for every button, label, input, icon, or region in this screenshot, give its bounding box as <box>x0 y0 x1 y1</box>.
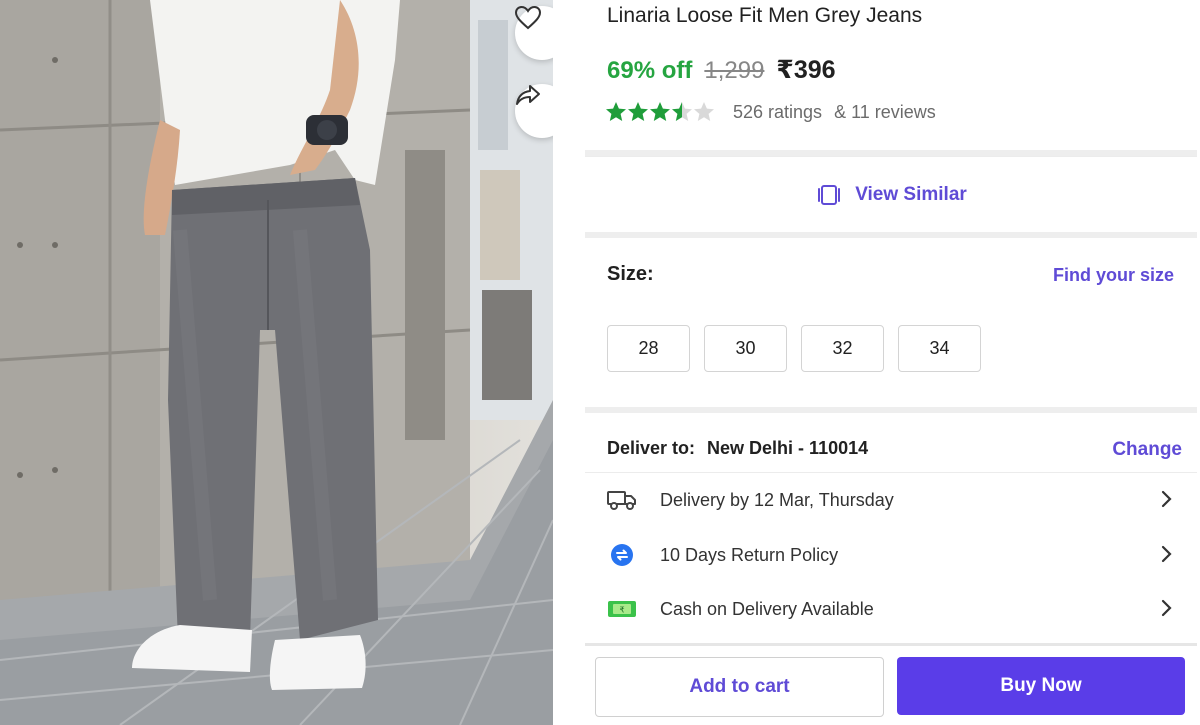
truck-icon <box>607 487 637 513</box>
row-divider <box>585 472 1197 473</box>
size-option-32[interactable]: 32 <box>801 325 884 372</box>
delivery-location: New Delhi - 110014 <box>707 438 869 458</box>
size-option-34[interactable]: 34 <box>898 325 981 372</box>
chevron-right-icon <box>1161 490 1172 508</box>
image-gutter <box>553 0 585 725</box>
cash-icon: ₹ <box>607 596 637 622</box>
deliver-to-label: Deliver to: <box>607 438 696 458</box>
find-your-size-link[interactable]: Find your size <box>1053 265 1174 286</box>
buy-now-button[interactable]: Buy Now <box>897 657 1185 715</box>
original-price: 1,299 <box>704 57 765 84</box>
bottom-bar-divider <box>585 643 1197 646</box>
selling-price: ₹396 <box>776 56 836 84</box>
view-similar-label: View Similar <box>855 183 967 205</box>
deliver-to-row: Deliver to: New Delhi - 110014 <box>607 438 868 459</box>
delivery-date-row[interactable]: Delivery by 12 Mar, Thursday <box>585 474 1197 526</box>
rating-row[interactable]: 526 ratings & 11 reviews <box>605 101 936 123</box>
heart-outline-icon <box>515 6 541 30</box>
return-policy-text: 10 Days Return Policy <box>660 544 839 565</box>
star-rating <box>605 101 717 123</box>
chevron-right-icon <box>1161 599 1172 617</box>
size-options: 28 30 32 34 <box>607 325 981 372</box>
add-to-cart-button[interactable]: Add to cart <box>595 657 884 717</box>
cash-on-delivery-row[interactable]: ₹ Cash on Delivery Available <box>585 583 1197 635</box>
return-policy-icon <box>607 542 637 568</box>
view-similar-button[interactable]: View Similar <box>585 156 1197 232</box>
star-rating-icon <box>606 102 714 121</box>
size-label: Size: <box>607 263 654 285</box>
ratings-count: 526 ratings <box>733 101 823 122</box>
return-policy-row[interactable]: 10 Days Return Policy <box>585 529 1197 581</box>
discount-percent: 69% off <box>607 57 693 84</box>
price-row: 69% off 1,299 ₹396 <box>607 55 836 85</box>
size-option-28[interactable]: 28 <box>607 325 690 372</box>
chevron-right-icon <box>1161 545 1172 563</box>
delivery-date-text: Delivery by 12 Mar, Thursday <box>660 489 894 510</box>
product-image[interactable] <box>0 0 553 725</box>
svg-text:₹: ₹ <box>619 606 624 615</box>
share-arrow-icon <box>516 85 540 105</box>
size-option-30[interactable]: 30 <box>704 325 787 372</box>
reviews-count: & 11 reviews <box>834 101 936 122</box>
change-location-button[interactable]: Change <box>1112 439 1182 461</box>
section-divider <box>585 407 1197 413</box>
view-similar-icon <box>818 184 841 205</box>
product-details-pane: Linaria Loose Fit Men Grey Jeans 69% off… <box>585 0 1200 725</box>
cash-on-delivery-text: Cash on Delivery Available <box>660 598 874 619</box>
section-divider <box>585 232 1197 238</box>
product-title: Linaria Loose Fit Men Grey Jeans <box>607 4 923 27</box>
product-photo-illustration <box>0 0 553 725</box>
